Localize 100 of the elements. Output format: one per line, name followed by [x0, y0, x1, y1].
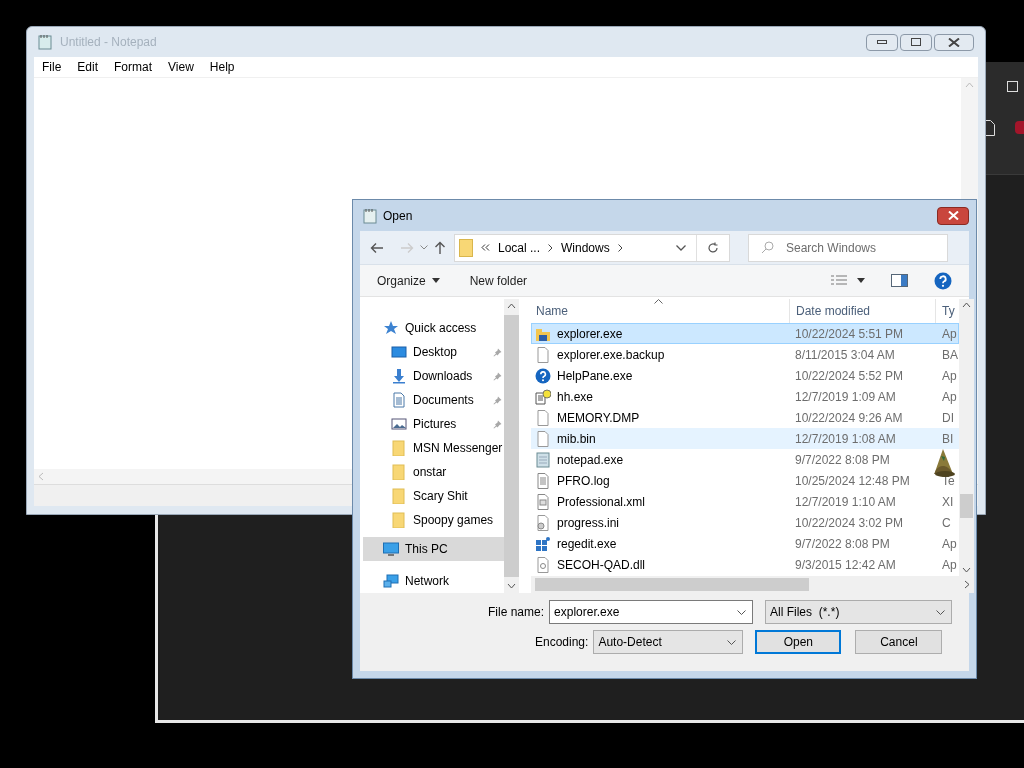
- restore-button[interactable]: [900, 33, 932, 51]
- notepad-icon: [535, 451, 551, 468]
- caret-icon: [857, 278, 865, 283]
- blank-file-icon: [535, 430, 551, 447]
- nav-item[interactable]: Quick access: [363, 316, 505, 340]
- blank-file-icon: [535, 409, 551, 426]
- dropdown-caret-icon: [737, 609, 747, 615]
- search-field[interactable]: Search Windows: [748, 233, 948, 262]
- horizontal-scrollbar[interactable]: [531, 576, 974, 593]
- file-row[interactable]: Professional.xml 12/7/2019 1:10 AM XI: [531, 491, 959, 512]
- file-row[interactable]: SECOH-QAD.dll 9/3/2015 12:42 AM Ap: [531, 554, 959, 575]
- nav-item[interactable]: MSN Messenger: [363, 436, 505, 460]
- close-icon: [948, 37, 960, 47]
- file-row[interactable]: hh.exe 12/7/2019 1:09 AM Ap: [531, 386, 959, 407]
- menu-item[interactable]: Edit: [71, 58, 105, 76]
- menu-item[interactable]: Help: [203, 58, 241, 76]
- file-row[interactable]: HelpPane.exe 10/22/2024 5:52 PM Ap: [531, 365, 959, 386]
- cancel-button[interactable]: Cancel: [855, 630, 943, 654]
- scroll-right-icon[interactable]: [964, 580, 970, 589]
- star-icon: [383, 320, 399, 336]
- organize-button[interactable]: Organize: [377, 271, 440, 290]
- dropdown-caret-icon[interactable]: [420, 245, 428, 250]
- caret-icon: [431, 278, 440, 283]
- scroll-up-icon[interactable]: [507, 303, 517, 309]
- nav-item[interactable]: Spoopy games: [363, 508, 505, 532]
- file-row[interactable]: explorer.exe 10/22/2024 5:51 PM Ap: [531, 323, 959, 344]
- file-row[interactable]: regedit.exe 9/7/2022 8:08 PM Ap: [531, 533, 959, 554]
- chevron-left-icon[interactable]: [481, 244, 490, 251]
- notepad-icon: [363, 207, 377, 224]
- nav-item[interactable]: onstar: [363, 460, 505, 484]
- nav-item[interactable]: This PC: [363, 537, 505, 561]
- breadcrumb-item[interactable]: Windows: [561, 238, 610, 257]
- file-type-dropdown[interactable]: All Files (*.*): [765, 600, 953, 624]
- list-scrollbar[interactable]: [959, 299, 974, 576]
- settings-file-icon: [535, 514, 551, 531]
- list-view-icon: [831, 274, 847, 287]
- file-row[interactable]: MEMORY.DMP 10/22/2024 9:26 AM DI: [531, 407, 959, 428]
- field-label: Encoding:: [535, 634, 589, 651]
- dropdown-caret-icon: [727, 639, 737, 645]
- scroll-down-icon[interactable]: [507, 583, 517, 589]
- pc-icon: [383, 541, 399, 557]
- file-row[interactable]: explorer.exe.backup 8/11/2015 3:04 AM BA: [531, 344, 959, 365]
- chevron-right-icon[interactable]: [617, 243, 623, 252]
- close-icon: [947, 211, 959, 220]
- breadcrumb-item[interactable]: Local ...: [498, 238, 541, 257]
- dropdown-caret-icon[interactable]: [676, 244, 686, 251]
- scroll-thumb[interactable]: [960, 494, 973, 518]
- open-button[interactable]: Open: [755, 630, 842, 654]
- nav-item[interactable]: Pictures: [363, 412, 505, 436]
- scroll-down-icon[interactable]: [962, 567, 971, 573]
- folder-icon: [391, 512, 407, 528]
- help-icon[interactable]: [934, 271, 952, 290]
- pictures-icon: [391, 416, 407, 432]
- folder-icon: [391, 440, 407, 456]
- documents-icon: [391, 392, 407, 408]
- file-row[interactable]: mib.bin 12/7/2019 1:08 AM BI: [531, 428, 959, 449]
- folder-icon: [391, 488, 407, 504]
- dropdown-caret-icon: [936, 609, 946, 615]
- network-icon: [383, 573, 399, 589]
- folder-icon: [459, 238, 473, 257]
- up-arrow-icon[interactable]: [434, 240, 446, 255]
- text-file-icon: [535, 472, 551, 489]
- menu-item[interactable]: View: [162, 58, 200, 76]
- field-label: File name:: [488, 604, 545, 621]
- file-row[interactable]: notepad.exe 9/7/2022 8:08 PM: [531, 449, 959, 470]
- column-header[interactable]: Name: [531, 299, 789, 323]
- nav-item[interactable]: Scary Shit: [363, 484, 505, 508]
- search-icon: [761, 241, 774, 254]
- nav-item[interactable]: Desktop: [363, 340, 505, 364]
- menu-item[interactable]: File: [36, 58, 68, 76]
- refresh-icon: [707, 241, 719, 254]
- encoding-dropdown[interactable]: Auto-Detect: [593, 630, 744, 654]
- window-title: Untitled - Notepad: [60, 34, 157, 51]
- blank-file-icon: [535, 346, 551, 363]
- back-arrow-icon[interactable]: [370, 241, 384, 254]
- notepad-icon: [38, 34, 52, 50]
- nav-item[interactable]: Downloads: [363, 364, 505, 388]
- library-file-icon: [535, 556, 551, 573]
- search-placeholder: Search Windows: [786, 239, 877, 257]
- desktop-icon: [391, 344, 407, 360]
- nav-item[interactable]: Documents: [363, 388, 505, 412]
- address-bar[interactable]: Local ... Windows: [454, 233, 730, 262]
- scroll-up-icon[interactable]: [962, 302, 971, 308]
- menu-item[interactable]: Format: [108, 58, 159, 76]
- chevron-right-icon[interactable]: [548, 243, 554, 252]
- close-button[interactable]: [937, 206, 969, 225]
- maximize-icon[interactable]: [1007, 81, 1018, 92]
- file-row[interactable]: progress.ini 10/22/2024 3:02 PM C: [531, 512, 959, 533]
- preview-pane-icon[interactable]: [891, 274, 908, 287]
- minimize-button[interactable]: [866, 33, 898, 51]
- close-button[interactable]: [934, 33, 974, 51]
- scroll-thumb[interactable]: [535, 578, 809, 591]
- file-name-field[interactable]: explorer.exe: [549, 600, 754, 624]
- help-circle-icon: [535, 367, 551, 384]
- nav-item[interactable]: Network: [363, 569, 505, 593]
- sort-caret-icon: [654, 299, 663, 304]
- toolbar-button[interactable]: New folder: [469, 271, 528, 290]
- view-menu-button[interactable]: [831, 274, 865, 287]
- xml-file-icon: [535, 493, 551, 510]
- dialog-title: Open: [383, 207, 413, 225]
